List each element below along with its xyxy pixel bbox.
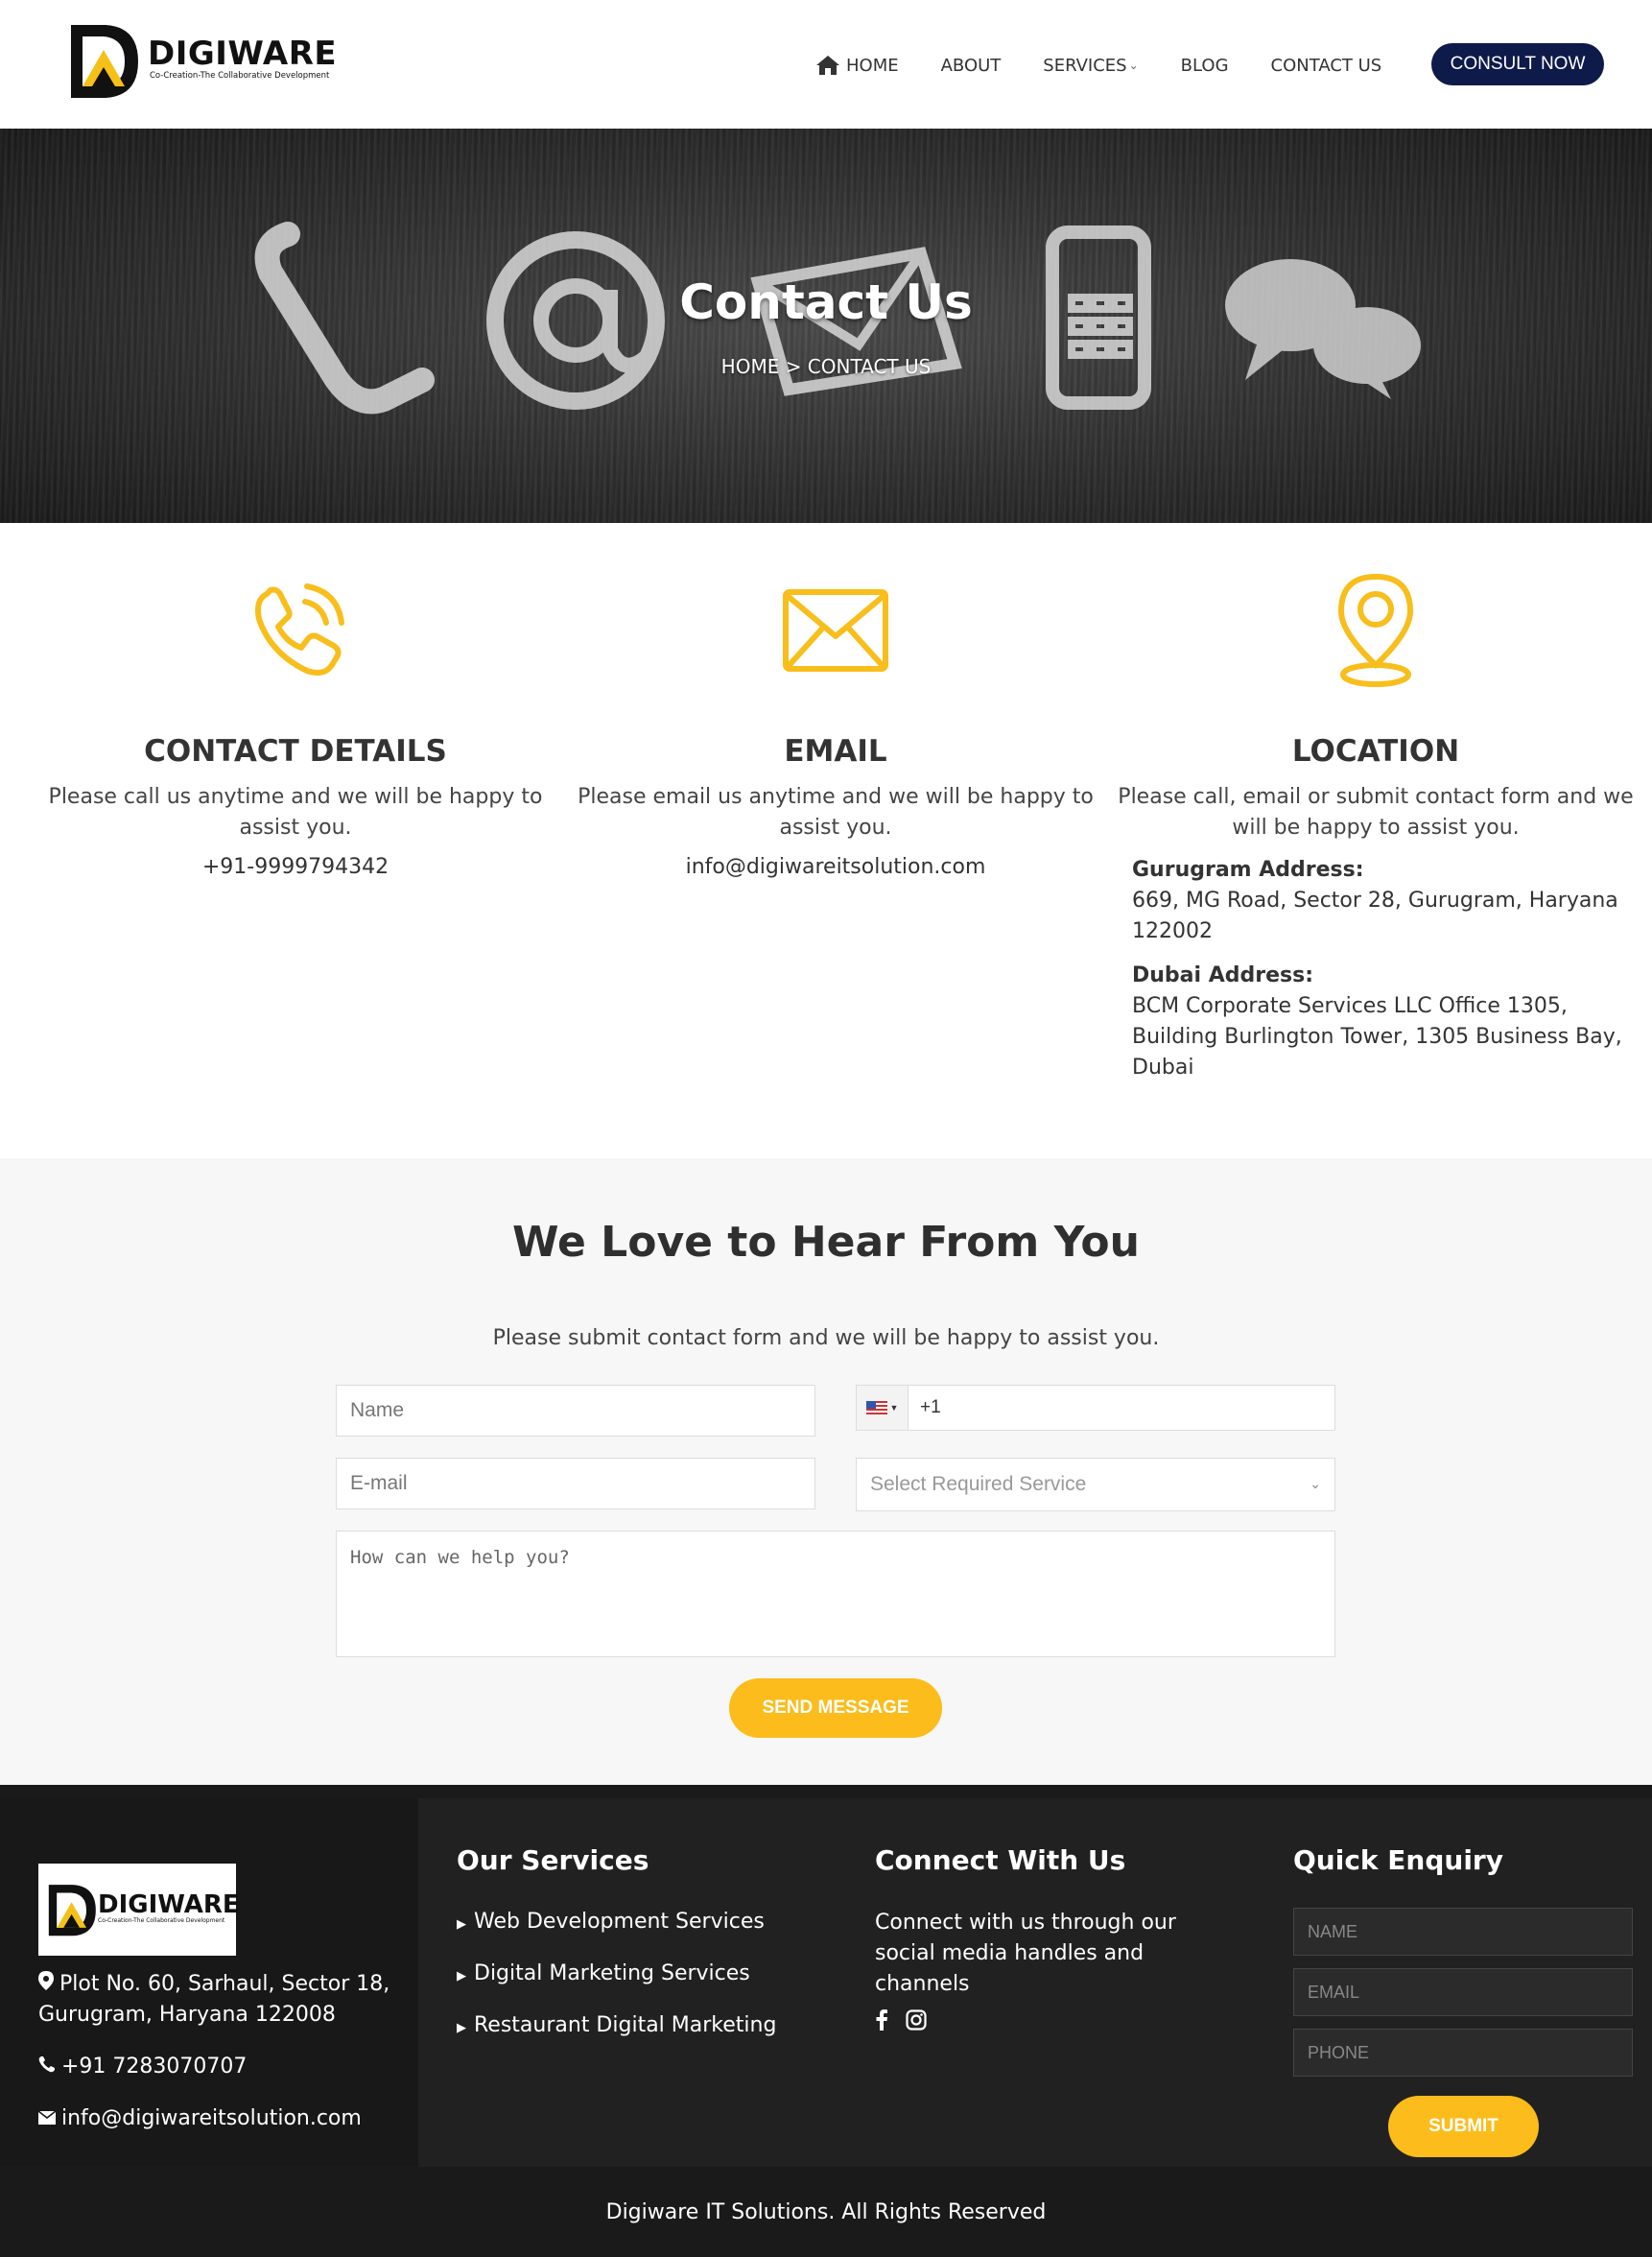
footer-enquiry-title: Quick Enquiry xyxy=(1293,1844,1503,1876)
envelope-icon xyxy=(783,589,888,672)
nav-services[interactable]: SERVICES ⌄ xyxy=(1043,56,1138,76)
location-card: LOCATION Please call, email or submit co… xyxy=(1117,523,1635,1083)
footer-divider xyxy=(0,1785,1652,1798)
footer-service-link[interactable]: ▶ Restaurant Digital Marketing xyxy=(457,2013,776,2037)
envelope-icon xyxy=(38,2111,56,2125)
phone-input[interactable]: ▼ +1 xyxy=(856,1385,1335,1431)
footer-email[interactable]: info@digiwareitsolution.com xyxy=(38,2103,362,2134)
caret-right-icon: ▶ xyxy=(457,1969,466,1984)
contact-details-title: CONTACT DETAILS xyxy=(144,734,447,769)
nav-blog[interactable]: BLOG xyxy=(1181,56,1229,76)
email-address-link[interactable]: info@digiwareitsolution.com xyxy=(577,855,1095,879)
enquiry-email-input[interactable]: EMAIL xyxy=(1293,1968,1633,2016)
chevron-down-icon: ⌄ xyxy=(1128,59,1139,72)
dubai-address: Dubai Address: BCM Corporate Services LL… xyxy=(1117,961,1635,1083)
enquiry-name-input[interactable]: NAME xyxy=(1293,1908,1633,1956)
gurugram-address-label: Gurugram Address: xyxy=(1132,858,1364,882)
logo-mark-icon xyxy=(48,1885,96,1936)
contact-details-card: CONTACT DETAILS Please call us anytime a… xyxy=(36,523,555,879)
phone-icon xyxy=(255,583,344,676)
phone-input-value: +1 xyxy=(920,1397,941,1417)
footer-services-title: Our Services xyxy=(457,1844,649,1876)
nav-blog-label: BLOG xyxy=(1180,55,1229,76)
form-heading: We Love to Hear From You xyxy=(512,1218,1140,1267)
home-icon xyxy=(816,56,839,75)
footer-address-text: Plot No. 60, Sarhaul, Sector 18, Gurugra… xyxy=(38,1972,390,2027)
footer-email-text: info@digiwareitsolution.com xyxy=(61,2106,362,2130)
nav-contact[interactable]: CONTACT US xyxy=(1271,56,1382,76)
footer-phone[interactable]: +91 7283070707 xyxy=(38,2052,247,2082)
footer-phone-text: +91 7283070707 xyxy=(61,2055,248,2079)
email-title: EMAIL xyxy=(784,734,887,769)
footer-logo[interactable]: DIGIWARE Co-Creation-The Collaborative D… xyxy=(38,1864,240,1956)
country-code-selector[interactable]: ▼ xyxy=(857,1386,909,1430)
logo-title: DIGIWARE xyxy=(148,35,338,73)
us-flag-icon xyxy=(865,1401,887,1414)
logo-mark-icon xyxy=(71,25,138,98)
location-desc: Please call, email or submit contact for… xyxy=(1118,785,1634,840)
service-select[interactable]: Select Required Service ⌄ xyxy=(856,1458,1335,1511)
contact-phone-number[interactable]: +91-9999794342 xyxy=(36,855,555,879)
chevron-down-icon: ⌄ xyxy=(1310,1476,1321,1491)
footer-logo-tagline: Co-Creation-The Collaborative Developmen… xyxy=(98,1917,225,1924)
facebook-icon[interactable] xyxy=(875,2009,888,2031)
caret-right-icon: ▶ xyxy=(457,1917,466,1932)
name-input[interactable]: Name xyxy=(336,1385,815,1437)
footer-service-link[interactable]: ▶ Web Development Services xyxy=(457,1910,765,1934)
nav-home[interactable]: HOME xyxy=(815,55,899,76)
phone-icon xyxy=(38,2056,55,2073)
gurugram-address: Gurugram Address: 669, MG Road, Sector 2… xyxy=(1117,855,1635,947)
page-title: Contact Us xyxy=(679,274,973,330)
social-links xyxy=(875,2009,927,2031)
send-message-button[interactable]: SEND MESSAGE xyxy=(729,1678,942,1738)
enquiry-submit-button[interactable]: SUBMIT xyxy=(1388,2096,1539,2157)
dubai-address-label: Dubai Address: xyxy=(1132,963,1313,987)
nav-services-label: SERVICES xyxy=(1043,55,1127,76)
map-pin-icon xyxy=(1337,573,1414,687)
nav-about[interactable]: ABOUT xyxy=(941,56,1002,76)
nav-home-label: HOME xyxy=(846,55,899,76)
copyright-text: Digiware IT Solutions. All Rights Reserv… xyxy=(605,2199,1047,2224)
location-title: LOCATION xyxy=(1291,734,1460,769)
main-nav: HOME ABOUT SERVICES ⌄ BLOG CONTACT US xyxy=(815,46,1424,84)
contact-form-section: We Love to Hear From You Please submit c… xyxy=(0,1158,1652,1785)
breadcrumb[interactable]: HOME > CONTACT US xyxy=(0,355,1652,378)
footer-connect-title: Connect With Us xyxy=(875,1844,1126,1876)
hero-banner: Contact Us HOME > CONTACT US xyxy=(0,129,1652,523)
footer-service-link[interactable]: ▶ Digital Marketing Services xyxy=(457,1961,750,1985)
footer-connect-text: Connect with us through our social media… xyxy=(875,1911,1176,1996)
map-pin-icon xyxy=(38,1971,54,1990)
consult-now-button[interactable]: CONSULT NOW xyxy=(1431,43,1604,85)
enquiry-phone-input[interactable]: PHONE xyxy=(1293,2029,1633,2077)
footer-service-label: Digital Marketing Services xyxy=(474,1961,750,1985)
message-textarea[interactable]: How can we help you? xyxy=(336,1531,1335,1657)
instagram-icon[interactable] xyxy=(906,2009,927,2031)
dubai-address-text: BCM Corporate Services LLC Office 1305, … xyxy=(1132,994,1622,1080)
site-logo[interactable]: DIGIWARE Co-Creation-The Collaborative D… xyxy=(67,21,337,100)
logo-tagline: Co-Creation-The Collaborative Developmen… xyxy=(150,71,330,81)
nav-about-label: ABOUT xyxy=(940,55,1002,76)
footer-logo-title: DIGIWARE xyxy=(98,1890,240,1919)
copyright-bar: Digiware IT Solutions. All Rights Reserv… xyxy=(0,2167,1652,2257)
footer-address: Plot No. 60, Sarhaul, Sector 18, Gurugra… xyxy=(38,1969,403,2031)
caret-down-icon: ▼ xyxy=(889,1403,899,1413)
contact-details-desc: Please call us anytime and we will be ha… xyxy=(48,785,543,840)
caret-right-icon: ▶ xyxy=(457,2021,466,2035)
service-select-value: Select Required Service xyxy=(870,1473,1087,1495)
footer-service-label: Web Development Services xyxy=(474,1910,765,1934)
email-input[interactable]: E-mail xyxy=(336,1458,815,1509)
form-subheading: Please submit contact form and we will b… xyxy=(492,1326,1160,1350)
email-card: EMAIL Please email us anytime and we wil… xyxy=(577,523,1095,879)
email-desc: Please email us anytime and we will be h… xyxy=(578,785,1094,840)
gurugram-address-text: 669, MG Road, Sector 28, Gurugram, Harya… xyxy=(1132,889,1618,943)
footer-service-label: Restaurant Digital Marketing xyxy=(474,2013,777,2037)
nav-contact-label: CONTACT US xyxy=(1270,55,1382,76)
site-header: DIGIWARE Co-Creation-The Collaborative D… xyxy=(0,0,1652,129)
